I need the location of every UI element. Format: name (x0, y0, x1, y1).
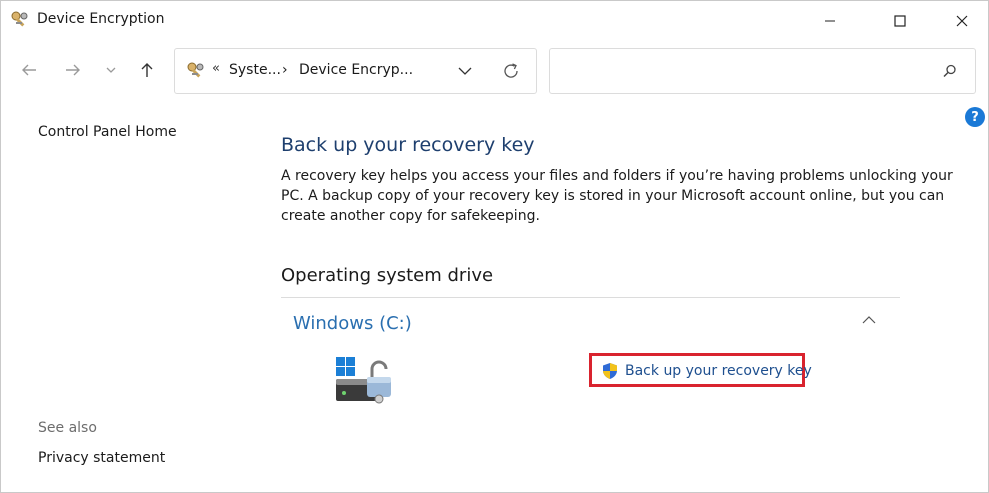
title-bar: Device Encryption (1, 1, 988, 41)
address-bar[interactable]: « Syste... › Device Encryp... (174, 48, 537, 94)
device-encryption-window: Device Encryption « Syste... › Device En… (0, 0, 989, 493)
arrow-left-icon (22, 64, 36, 76)
maximize-button[interactable] (877, 3, 923, 39)
address-overflow[interactable]: « (212, 61, 220, 76)
maximize-icon (894, 15, 906, 27)
back-button[interactable] (15, 56, 43, 84)
privacy-statement-link[interactable]: Privacy statement (38, 450, 165, 466)
minimize-icon (825, 20, 835, 22)
bitlocker-drive-icon (334, 357, 394, 405)
arrow-up-icon (141, 63, 153, 77)
minimize-button[interactable] (807, 3, 853, 39)
close-button[interactable] (939, 3, 985, 39)
section-title: Operating system drive (281, 265, 494, 286)
forward-button[interactable] (59, 56, 87, 84)
recent-locations-button[interactable] (100, 56, 122, 84)
control-panel-keys-icon (10, 10, 30, 30)
breadcrumb-separator[interactable]: › (282, 62, 288, 78)
close-icon (956, 15, 968, 27)
uac-shield-icon (601, 362, 619, 380)
breadcrumb-system[interactable]: Syste... (229, 62, 281, 78)
refresh-button[interactable] (501, 61, 521, 81)
control-panel-keys-icon (186, 61, 206, 81)
help-button[interactable]: ? (965, 107, 985, 127)
chevron-down-icon (106, 67, 116, 73)
chevron-down-icon (458, 67, 472, 75)
see-also-label: See also (38, 420, 97, 436)
backup-recovery-key-link[interactable]: Back up your recovery key (625, 363, 812, 379)
up-button[interactable] (133, 56, 161, 84)
refresh-icon (504, 63, 518, 78)
window-title: Device Encryption (37, 11, 165, 27)
page-title: Back up your recovery key (281, 134, 535, 156)
backup-recovery-key-highlight: Back up your recovery key (589, 353, 812, 387)
breadcrumb-device-encryption[interactable]: Device Encryp... (299, 62, 413, 78)
recovery-key-description: A recovery key helps you access your fil… (281, 168, 953, 224)
search-icon[interactable] (942, 63, 958, 79)
search-input[interactable] (549, 48, 976, 94)
section-divider (281, 297, 900, 298)
control-panel-home-link[interactable]: Control Panel Home (38, 124, 177, 140)
chevron-up-icon (862, 316, 876, 324)
arrow-right-icon (66, 64, 80, 76)
drive-name[interactable]: Windows (C:) (293, 313, 412, 334)
collapse-button[interactable] (859, 312, 879, 328)
address-dropdown-button[interactable] (455, 62, 475, 80)
